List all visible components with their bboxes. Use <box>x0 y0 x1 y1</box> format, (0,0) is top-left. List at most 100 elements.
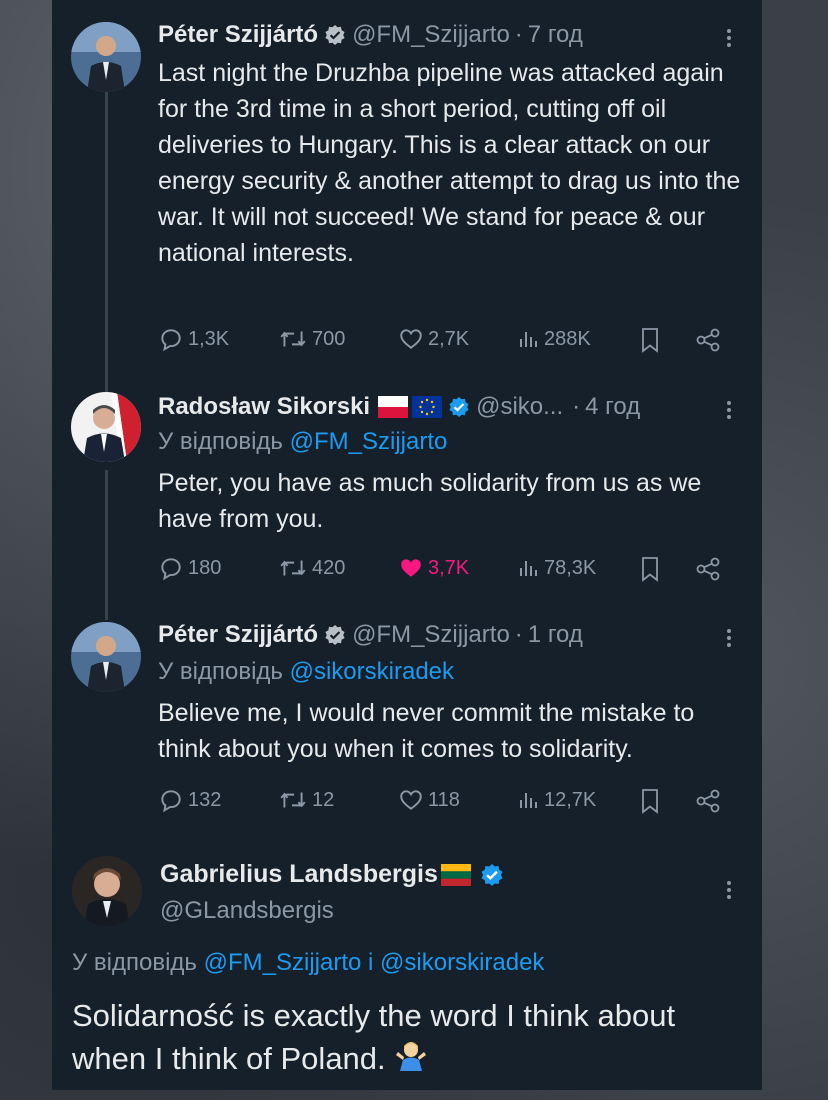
views-icon <box>520 561 537 576</box>
repost-icon <box>280 331 306 347</box>
like-button[interactable]: 2,7K <box>398 326 469 352</box>
separator-dot: · <box>572 393 581 420</box>
bookmark-button[interactable] <box>638 326 666 354</box>
timestamp[interactable]: 1 год <box>528 621 583 649</box>
tweet[interactable]: Péter Szijjártó @FM_Szijjarto · 7 год La… <box>52 0 762 380</box>
share-icon <box>696 789 720 813</box>
share-icon <box>696 328 720 352</box>
author-handle[interactable]: @GLandsbergis <box>160 897 510 925</box>
share-button[interactable] <box>694 326 726 354</box>
tweet[interactable]: Radosław Sikorski @siko... · 4 год У від… <box>52 380 762 610</box>
repost-icon <box>280 792 306 808</box>
focused-tweet[interactable]: Gabrielius Landsbergis @GLandsbergis У в… <box>52 840 762 1090</box>
avatar[interactable] <box>72 856 142 926</box>
tweet-header: Péter Szijjártó @FM_Szijjarto · 1 год <box>158 620 583 650</box>
tweet-header: Péter Szijjártó @FM_Szijjarto · 7 год <box>158 20 583 50</box>
reply-count: 1,3K <box>188 327 230 350</box>
reply-context: У відповідь @sikorskiradek <box>158 658 454 686</box>
reply-context: У відповідь @FM_Szijjarto і @sikorskirad… <box>72 949 544 977</box>
view-count: 288K <box>544 327 591 350</box>
verified-gray-icon <box>324 24 346 46</box>
author-name[interactable]: Gabrielius Landsbergis <box>160 860 438 889</box>
tweet-actions: 180 420 3,7K 78,3K <box>158 555 728 587</box>
reply-button[interactable]: 132 <box>158 787 221 813</box>
separator-dot: · <box>514 21 523 48</box>
reply-button[interactable]: 1,3K <box>158 326 229 352</box>
repost-button[interactable]: 420 <box>278 555 345 581</box>
heart-filled-icon <box>401 559 421 577</box>
repost-icon <box>280 560 306 576</box>
person-shrugging-icon <box>394 1038 428 1083</box>
separator-dot: · <box>514 621 523 648</box>
views-button[interactable]: 12,7K <box>516 787 596 813</box>
verified-blue-icon <box>480 863 504 887</box>
reply-mention-link[interactable]: @FM_Szijjarto <box>290 428 448 455</box>
bookmark-icon <box>642 557 658 582</box>
views-button[interactable]: 78,3K <box>516 555 596 581</box>
repost-button[interactable]: 700 <box>278 326 345 352</box>
repost-count: 700 <box>312 327 346 350</box>
timestamp[interactable]: 4 год <box>585 393 640 421</box>
like-count: 2,7K <box>428 327 470 350</box>
reply-icon <box>161 790 181 813</box>
like-count: 3,7K <box>428 556 470 579</box>
verified-blue-icon <box>448 396 470 418</box>
share-button[interactable] <box>694 787 726 815</box>
author-handle[interactable]: @FM_Szijjarto <box>352 21 510 49</box>
reply-mention-link[interactable]: @sikorskiradek <box>380 949 544 976</box>
lithuania-flag-icon <box>440 863 471 886</box>
more-options-icon[interactable] <box>722 878 736 902</box>
like-button-active[interactable]: 3,7K <box>398 555 469 581</box>
reply-icon <box>161 329 181 352</box>
more-options-icon[interactable] <box>722 626 736 650</box>
timestamp[interactable]: 7 год <box>528 21 583 49</box>
author-name[interactable]: Péter Szijjártó <box>158 21 318 49</box>
avatar[interactable] <box>71 22 141 92</box>
repost-count: 420 <box>312 556 346 579</box>
reply-prefix: У відповідь <box>72 949 197 976</box>
reply-count: 180 <box>188 556 222 579</box>
tweet-text: Believe me, I would never commit the mis… <box>158 699 695 763</box>
verified-gray-icon <box>324 624 346 646</box>
avatar[interactable] <box>71 392 141 462</box>
author-handle[interactable]: @FM_Szijjarto <box>352 621 510 649</box>
eu-flag-icon <box>412 396 443 418</box>
author-handle[interactable]: @siko... <box>476 393 563 421</box>
bookmark-icon <box>642 328 658 353</box>
bookmark-button[interactable] <box>638 555 666 583</box>
tweet-text: Last night the Druzhba pipeline was atta… <box>158 59 741 267</box>
tweet-text-container: Solidarność is exactly the word I think … <box>72 994 752 1083</box>
reply-icon <box>161 558 181 581</box>
heart-icon <box>400 329 422 349</box>
author-name[interactable]: Radosław Sikorski <box>158 393 370 421</box>
share-button[interactable] <box>694 555 726 583</box>
tweet-actions: 132 12 118 12,7K <box>158 787 728 819</box>
view-count: 12,7K <box>544 788 597 811</box>
repost-button[interactable]: 12 <box>278 787 334 813</box>
tweet-actions: 1,3K 700 2,7K 288K <box>158 326 728 358</box>
view-count: 78,3K <box>544 556 597 579</box>
tweet[interactable]: Péter Szijjártó @FM_Szijjarto · 1 год У … <box>52 610 762 835</box>
reply-context: У відповідь @FM_Szijjarto <box>158 428 447 456</box>
avatar[interactable] <box>71 622 141 692</box>
like-button[interactable]: 118 <box>398 787 460 813</box>
reply-prefix: У відповідь <box>158 428 283 455</box>
heart-icon <box>400 790 422 810</box>
more-options-icon[interactable] <box>722 26 736 50</box>
bookmark-icon <box>642 789 658 814</box>
more-options-icon[interactable] <box>722 398 736 422</box>
reply-joiner: і <box>368 949 374 976</box>
reply-count: 132 <box>188 788 222 811</box>
reply-mention-link[interactable]: @FM_Szijjarto <box>204 949 362 976</box>
author-name[interactable]: Péter Szijjártó <box>158 621 318 649</box>
bookmark-button[interactable] <box>638 787 666 815</box>
views-icon <box>520 332 537 347</box>
reply-mention-link[interactable]: @sikorskiradek <box>290 658 454 685</box>
tweet-text: Peter, you have as much solidarity from … <box>158 469 702 533</box>
views-button[interactable]: 288K <box>516 326 591 352</box>
share-icon <box>696 557 720 581</box>
like-count: 118 <box>428 788 460 811</box>
reply-button[interactable]: 180 <box>158 555 221 581</box>
repost-count: 12 <box>312 788 335 811</box>
reply-prefix: У відповідь <box>158 658 283 685</box>
